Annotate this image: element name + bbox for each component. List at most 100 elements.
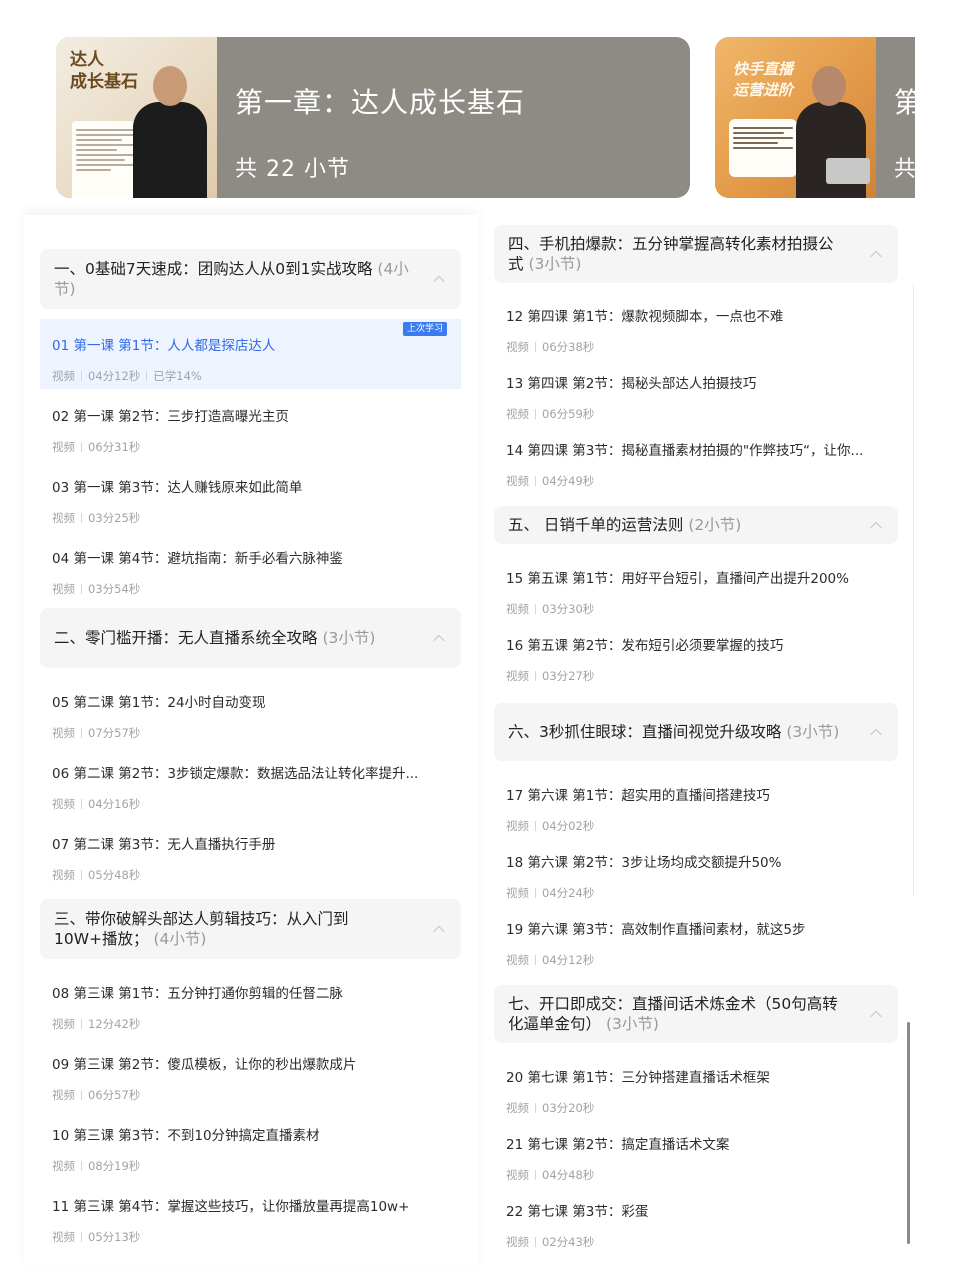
lesson-item[interactable]: 09 第三课 第2节：傻瓜模板，让你的秒出爆款成片 视频 06分57秒 bbox=[24, 1053, 478, 1108]
presenter-image bbox=[127, 52, 213, 198]
chapter-title: 第一章：达人成长基石 bbox=[235, 86, 526, 119]
lesson-duration: 04分02秒 bbox=[542, 819, 595, 833]
lesson-type: 视频 bbox=[506, 340, 529, 354]
lesson-type: 视频 bbox=[52, 726, 75, 740]
chapter-lesson-count: 共 bbox=[894, 157, 915, 182]
lesson-item[interactable]: 上次学习 01 第一课 第1节：人人都是探店达人 视频 04分12秒 已学14% bbox=[40, 319, 461, 389]
lesson-item[interactable]: 03 第一课 第3节：达人赚钱原来如此简单 视频 03分25秒 bbox=[24, 476, 478, 531]
lesson-item[interactable]: 17 第六课 第1节：超实用的直播间搭建技巧 视频 04分02秒 bbox=[492, 784, 910, 837]
lesson-title: 04 第一课 第4节：避坑指南：新手必看六脉神鉴 bbox=[52, 551, 343, 567]
lesson-item[interactable]: 04 第一课 第4节：避坑指南：新手必看六脉神鉴 视频 03分54秒 bbox=[24, 547, 478, 602]
lesson-duration: 04分16秒 bbox=[88, 797, 141, 811]
lesson-duration: 03分30秒 bbox=[542, 602, 595, 616]
lesson-item[interactable]: 02 第一课 第2节：三步打造高曝光主页 视频 06分31秒 bbox=[24, 405, 478, 460]
chevron-up-icon[interactable] bbox=[870, 728, 882, 741]
lesson-title: 07 第二课 第3节：无人直播执行手册 bbox=[52, 837, 276, 853]
lesson-item[interactable]: 11 第三课 第4节：掌握这些技巧，让你播放量再提高10w+ 视频 05分13秒 bbox=[24, 1195, 478, 1250]
lesson-item[interactable]: 07 第二课 第3节：无人直播执行手册 视频 05分48秒 bbox=[24, 833, 478, 888]
lesson-title: 16 第五课 第2节：发布短引必须要掌握的技巧 bbox=[506, 638, 784, 654]
lesson-item[interactable]: 15 第五课 第1节：用好平台短引，直播间产出提升200% 视频 03分30秒 bbox=[492, 567, 910, 620]
section-count: (3小节) bbox=[528, 255, 582, 273]
chapter-title: 第 bbox=[894, 86, 915, 119]
section-title: 一、0基础7天速成：团购达人从0到1实战攻略 bbox=[54, 260, 373, 278]
last-learned-badge: 上次学习 bbox=[402, 322, 447, 336]
lesson-type: 视频 bbox=[52, 1088, 75, 1102]
lesson-duration: 12分42秒 bbox=[88, 1017, 141, 1031]
chapter-thumbnail: 达人 成长基石 bbox=[56, 37, 217, 198]
lesson-item[interactable]: 16 第五课 第2节：发布短引必须要掌握的技巧 视频 03分27秒 bbox=[492, 634, 910, 687]
section-header[interactable]: 四、手机拍爆款：五分钟掌握高转化素材拍摄公式 (3小节) bbox=[494, 225, 898, 283]
section-title: 七、开口即成交：直播间话术炼金术（50句高转化逼单金句） bbox=[508, 995, 838, 1033]
lesson-type: 视频 bbox=[506, 1235, 529, 1249]
lesson-duration: 06分57秒 bbox=[88, 1088, 141, 1102]
lesson-duration: 02分43秒 bbox=[542, 1235, 595, 1249]
lesson-title: 09 第三课 第2节：傻瓜模板，让你的秒出爆款成片 bbox=[52, 1057, 357, 1073]
lesson-title: 17 第六课 第1节：超实用的直播间搭建技巧 bbox=[506, 788, 770, 804]
lesson-item[interactable]: 20 第七课 第1节：三分钟搭建直播话术框架 视频 03分20秒 bbox=[492, 1066, 910, 1119]
lesson-item[interactable]: 12 第四课 第1节：爆款视频脚本，一点也不难 视频 06分38秒 bbox=[492, 305, 910, 358]
lesson-duration: 04分12秒 bbox=[88, 369, 141, 383]
lesson-duration: 03分20秒 bbox=[542, 1101, 595, 1115]
chevron-up-icon[interactable] bbox=[870, 1010, 882, 1023]
lesson-type: 视频 bbox=[52, 582, 75, 596]
lesson-title: 10 第三课 第3节：不到10分钟搞定直播素材 bbox=[52, 1128, 320, 1144]
lesson-duration: 04分48秒 bbox=[542, 1168, 595, 1182]
lesson-item[interactable]: 13 第四课 第2节：揭秘头部达人拍摄技巧 视频 06分59秒 bbox=[492, 372, 910, 425]
lesson-title: 13 第四课 第2节：揭秘头部达人拍摄技巧 bbox=[506, 376, 757, 392]
lesson-type: 视频 bbox=[506, 886, 529, 900]
lesson-item[interactable]: 05 第二课 第1节：24小时自动变现 视频 07分57秒 bbox=[24, 691, 478, 746]
lesson-type: 视频 bbox=[506, 407, 529, 421]
chevron-up-icon[interactable] bbox=[870, 250, 882, 263]
section-count: (3小节) bbox=[786, 723, 840, 741]
lesson-title: 18 第六课 第2节：3步让场均成交额提升50% bbox=[506, 855, 782, 871]
lesson-title: 15 第五课 第1节：用好平台短引，直播间产出提升200% bbox=[506, 571, 849, 587]
lesson-title: 02 第一课 第2节：三步打造高曝光主页 bbox=[52, 409, 289, 425]
lesson-item[interactable]: 18 第六课 第2节：3步让场均成交额提升50% 视频 04分24秒 bbox=[492, 851, 910, 904]
lesson-type: 视频 bbox=[52, 868, 75, 882]
section-header[interactable]: 三、带你破解头部达人剪辑技巧：从入门到10W+播放； (4小节) bbox=[40, 899, 461, 959]
lesson-duration: 06分59秒 bbox=[542, 407, 595, 421]
lesson-title: 21 第七课 第2节：搞定直播话术文案 bbox=[506, 1137, 730, 1153]
section-header[interactable]: 五、 日销千单的运营法则 (2小节) bbox=[494, 506, 898, 544]
lesson-duration: 06分31秒 bbox=[88, 440, 141, 454]
lesson-duration: 04分12秒 bbox=[542, 953, 595, 967]
chevron-up-icon[interactable] bbox=[433, 925, 445, 938]
lesson-type: 视频 bbox=[52, 440, 75, 454]
chevron-up-icon[interactable] bbox=[433, 634, 445, 647]
lesson-type: 视频 bbox=[52, 1017, 75, 1031]
lesson-duration: 05分48秒 bbox=[88, 868, 141, 882]
chevron-up-icon[interactable] bbox=[870, 521, 882, 534]
lesson-item[interactable]: 06 第二课 第2节：3步锁定爆款：数据选品法让转化率提升... 视频 04分16… bbox=[24, 762, 478, 817]
chapter-card-2[interactable]: 快手直播 运营进阶 第 共 bbox=[715, 37, 915, 198]
lesson-title: 01 第一课 第1节：人人都是探店达人 bbox=[52, 338, 276, 354]
chapter-lesson-count: 共 22 小节 bbox=[235, 157, 350, 182]
chevron-up-icon[interactable] bbox=[433, 275, 445, 288]
section-title: 二、零门槛开播：无人直播系统全攻略 bbox=[54, 629, 318, 647]
lesson-duration: 06分38秒 bbox=[542, 340, 595, 354]
presenter-image bbox=[786, 52, 872, 198]
lesson-type: 视频 bbox=[506, 669, 529, 683]
section-header[interactable]: 二、零门槛开播：无人直播系统全攻略 (3小节) bbox=[40, 608, 461, 668]
section-header[interactable]: 七、开口即成交：直播间话术炼金术（50句高转化逼单金句） (3小节) bbox=[494, 985, 898, 1043]
section-count: (3小节) bbox=[605, 1015, 659, 1033]
lesson-title: 14 第四课 第3节：揭秘直播素材拍摄的"作弊技巧“，让你... bbox=[506, 443, 864, 459]
lesson-item[interactable]: 08 第三课 第1节：五分钟打通你剪辑的任督二脉 视频 12分42秒 bbox=[24, 982, 478, 1037]
section-count: (4小节) bbox=[153, 930, 207, 948]
lesson-item[interactable]: 19 第六课 第3节：高效制作直播间素材，就这5步 视频 04分12秒 bbox=[492, 918, 910, 971]
lesson-duration: 04分49秒 bbox=[542, 474, 595, 488]
section-header[interactable]: 六、3秒抓住眼球：直播间视觉升级攻略 (3小节) bbox=[494, 703, 898, 761]
lesson-item[interactable]: 22 第七课 第3节：彩蛋 视频 02分43秒 bbox=[492, 1200, 910, 1253]
section-title: 六、3秒抓住眼球：直播间视觉升级攻略 bbox=[508, 723, 782, 741]
scrollbar[interactable] bbox=[907, 1022, 910, 1244]
lesson-item[interactable]: 14 第四课 第3节：揭秘直播素材拍摄的"作弊技巧“，让你... 视频 04分49… bbox=[492, 439, 910, 492]
lesson-duration: 03分27秒 bbox=[542, 669, 595, 683]
lesson-duration: 03分54秒 bbox=[88, 582, 141, 596]
lesson-item[interactable]: 21 第七课 第2节：搞定直播话术文案 视频 04分48秒 bbox=[492, 1133, 910, 1186]
lesson-duration: 08分19秒 bbox=[88, 1159, 141, 1173]
lesson-duration: 07分57秒 bbox=[88, 726, 141, 740]
lesson-item[interactable]: 10 第三课 第3节：不到10分钟搞定直播素材 视频 08分19秒 bbox=[24, 1124, 478, 1179]
lesson-title: 05 第二课 第1节：24小时自动变现 bbox=[52, 695, 266, 711]
lesson-title: 12 第四课 第1节：爆款视频脚本，一点也不难 bbox=[506, 309, 784, 325]
chapter-card-1[interactable]: 达人 成长基石 第一章：达人成长基石 共 22 小节 bbox=[56, 37, 690, 198]
section-header[interactable]: 一、0基础7天速成：团购达人从0到1实战攻略 (4小节) bbox=[40, 249, 461, 309]
